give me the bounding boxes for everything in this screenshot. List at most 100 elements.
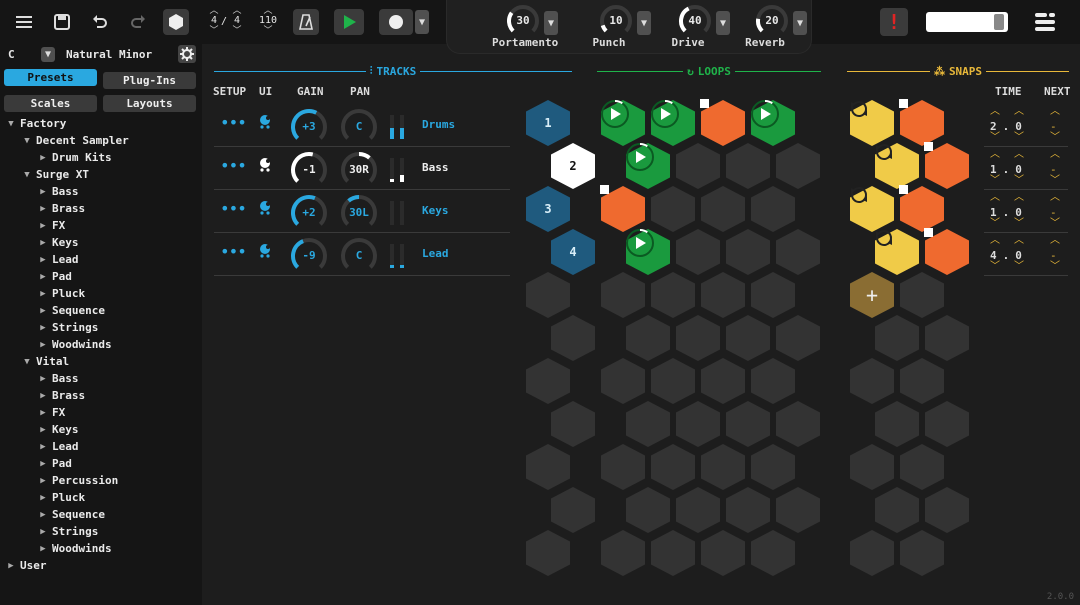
track-hex[interactable]: 3 bbox=[525, 185, 571, 233]
macro-knob-punch[interactable]: 10 Punch ▼ bbox=[585, 4, 651, 49]
snap-stop[interactable] bbox=[899, 99, 945, 147]
chevron-up-icon[interactable]: ︿ bbox=[990, 150, 1000, 160]
mixer-toggle-icon[interactable] bbox=[1032, 10, 1058, 34]
empty-hex[interactable] bbox=[525, 443, 571, 491]
pan-knob[interactable]: C bbox=[340, 108, 378, 146]
track-hex[interactable]: 4 bbox=[550, 228, 596, 276]
empty-loop-hex[interactable] bbox=[675, 314, 721, 362]
chevron-down-icon[interactable]: ﹀ bbox=[225, 26, 249, 36]
tab-layouts[interactable]: Layouts bbox=[103, 95, 196, 112]
gain-knob[interactable]: +2 bbox=[290, 194, 328, 232]
track-hex[interactable]: 1 bbox=[525, 99, 571, 147]
tree-item[interactable]: ▶ Lead bbox=[0, 438, 202, 455]
instrument-ui-icon[interactable] bbox=[259, 114, 273, 133]
track-name[interactable]: Lead bbox=[422, 247, 449, 260]
empty-hex[interactable] bbox=[525, 271, 571, 319]
track-name[interactable]: Drums bbox=[422, 118, 455, 131]
empty-loop-hex[interactable] bbox=[675, 142, 721, 190]
empty-loop-hex[interactable] bbox=[650, 357, 696, 405]
empty-loop-hex[interactable] bbox=[600, 443, 646, 491]
knob-dial[interactable]: 30 bbox=[506, 4, 540, 38]
chevron-up-icon[interactable]: ︿ bbox=[1014, 193, 1024, 203]
tree-item[interactable]: ▶ User bbox=[0, 557, 202, 574]
macro-knob-portamento[interactable]: 30 Portamento ▼ bbox=[492, 4, 558, 49]
snap-cycle[interactable] bbox=[849, 99, 895, 147]
tree-item[interactable]: ▶ Strings bbox=[0, 319, 202, 336]
chevron-up-icon[interactable]: ︿ bbox=[1050, 236, 1060, 246]
chevron-up-icon[interactable]: ︿ bbox=[990, 236, 1000, 246]
snap-add[interactable]: + bbox=[849, 271, 895, 319]
chevron-down-icon[interactable]: ﹀ bbox=[990, 219, 1000, 229]
empty-loop-hex[interactable] bbox=[700, 529, 746, 577]
chevron-up-icon[interactable]: ︿ bbox=[1014, 150, 1024, 160]
snap-next-value[interactable]: - bbox=[1050, 249, 1057, 262]
key-dropdown[interactable]: ▼ bbox=[41, 47, 55, 62]
snap-cycle[interactable] bbox=[874, 142, 920, 190]
gain-knob[interactable]: +3 bbox=[290, 108, 328, 146]
empty-snap-hex[interactable] bbox=[899, 271, 945, 319]
chevron-down-icon[interactable]: ﹀ bbox=[256, 26, 280, 36]
tree-item[interactable]: ▶ Bass bbox=[0, 370, 202, 387]
tree-item[interactable]: ▼ Surge XT bbox=[0, 166, 202, 183]
redo-icon[interactable] bbox=[126, 10, 150, 34]
snap-next-value[interactable]: - bbox=[1050, 163, 1057, 176]
chevron-down-icon[interactable]: ▼ bbox=[716, 11, 730, 35]
loop-clip-stop[interactable] bbox=[600, 185, 646, 233]
slider-thumb[interactable] bbox=[994, 14, 1004, 30]
empty-hex[interactable] bbox=[550, 486, 596, 534]
empty-hex[interactable] bbox=[550, 400, 596, 448]
empty-loop-hex[interactable] bbox=[775, 228, 821, 276]
empty-snap-hex[interactable] bbox=[874, 314, 920, 362]
chevron-down-icon[interactable]: ﹀ bbox=[1014, 176, 1024, 186]
chevron-down-icon[interactable]: ﹀ bbox=[1014, 262, 1024, 272]
empty-loop-hex[interactable] bbox=[625, 486, 671, 534]
empty-loop-hex[interactable] bbox=[725, 142, 771, 190]
pan-knob[interactable]: 30L bbox=[340, 194, 378, 232]
tree-item[interactable]: ▶ Pad bbox=[0, 268, 202, 285]
empty-snap-hex[interactable] bbox=[874, 400, 920, 448]
empty-loop-hex[interactable] bbox=[775, 486, 821, 534]
undo-icon[interactable] bbox=[88, 10, 112, 34]
chevron-up-icon[interactable]: ︿ bbox=[990, 107, 1000, 117]
gain-knob[interactable]: -9 bbox=[290, 237, 328, 275]
track-name[interactable]: Keys bbox=[422, 204, 449, 217]
tree-item[interactable]: ▼ Factory bbox=[0, 115, 202, 132]
instrument-ui-icon[interactable] bbox=[259, 243, 273, 262]
empty-snap-hex[interactable] bbox=[899, 529, 945, 577]
empty-snap-hex[interactable] bbox=[849, 529, 895, 577]
empty-loop-hex[interactable] bbox=[625, 400, 671, 448]
macro-knob-reverb[interactable]: 20 Reverb ▼ bbox=[741, 4, 807, 49]
empty-loop-hex[interactable] bbox=[675, 228, 721, 276]
chevron-up-icon[interactable]: ︿ bbox=[1050, 150, 1060, 160]
tree-item[interactable]: ▶ Brass bbox=[0, 200, 202, 217]
empty-snap-hex[interactable] bbox=[899, 357, 945, 405]
chevron-down-icon[interactable]: ﹀ bbox=[1050, 176, 1060, 186]
track-setup-menu-icon[interactable]: ••• bbox=[220, 115, 247, 131]
record-button[interactable] bbox=[379, 9, 413, 35]
empty-loop-hex[interactable] bbox=[625, 314, 671, 362]
empty-loop-hex[interactable] bbox=[700, 357, 746, 405]
snap-time-value[interactable]: 1.0 bbox=[990, 163, 1028, 176]
empty-hex[interactable] bbox=[525, 357, 571, 405]
empty-snap-hex[interactable] bbox=[874, 486, 920, 534]
empty-loop-hex[interactable] bbox=[650, 529, 696, 577]
pan-knob[interactable]: C bbox=[340, 237, 378, 275]
snap-stop[interactable] bbox=[899, 185, 945, 233]
chevron-down-icon[interactable]: ﹀ bbox=[1014, 219, 1024, 229]
tree-item[interactable]: ▶ Percussion bbox=[0, 472, 202, 489]
empty-snap-hex[interactable] bbox=[849, 443, 895, 491]
empty-loop-hex[interactable] bbox=[600, 271, 646, 319]
tree-item[interactable]: ▶ Lead bbox=[0, 251, 202, 268]
chevron-down-icon[interactable]: ▼ bbox=[793, 11, 807, 35]
empty-loop-hex[interactable] bbox=[775, 142, 821, 190]
chevron-down-icon[interactable]: ▼ bbox=[637, 11, 651, 35]
empty-loop-hex[interactable] bbox=[750, 529, 796, 577]
chevron-up-icon[interactable]: ︿ bbox=[990, 193, 1000, 203]
tab-plug-ins[interactable]: Plug-Ins bbox=[103, 72, 196, 89]
chevron-down-icon[interactable]: ▼ bbox=[544, 11, 558, 35]
empty-loop-hex[interactable] bbox=[600, 529, 646, 577]
loop-clip-play[interactable] bbox=[625, 142, 671, 190]
pan-knob[interactable]: 30R bbox=[340, 151, 378, 189]
knob-dial[interactable]: 20 bbox=[755, 4, 789, 38]
knob-dial[interactable]: 10 bbox=[599, 4, 633, 38]
